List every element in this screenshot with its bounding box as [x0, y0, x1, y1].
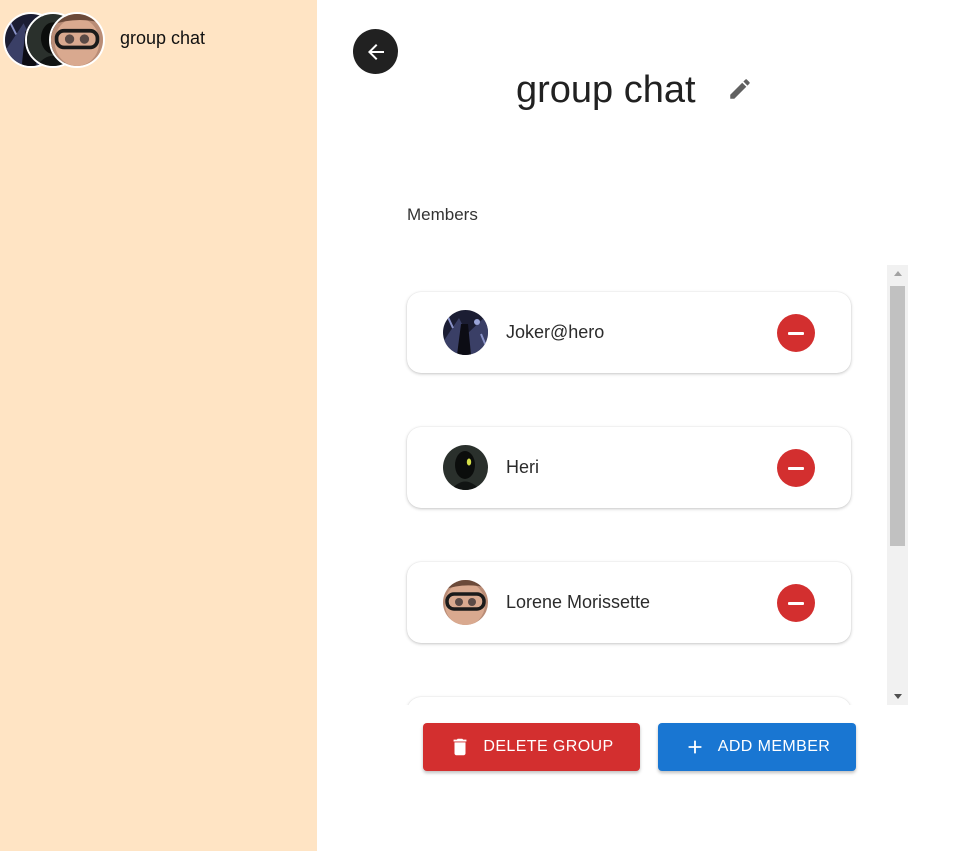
members-list: Joker@hero Heri Lorene Morissette — [397, 265, 908, 705]
remove-member-button[interactable] — [777, 584, 815, 622]
member-card — [407, 697, 851, 705]
back-button[interactable] — [353, 29, 398, 74]
member-card: Heri — [407, 427, 851, 508]
arrow-left-icon — [367, 43, 384, 60]
sidebar-chat-item[interactable]: group chat — [0, 0, 317, 76]
member-name: Joker@hero — [506, 322, 605, 342]
edit-title-button[interactable] — [727, 76, 753, 102]
member-name: Heri — [506, 457, 540, 477]
chat-name: group chat — [120, 28, 206, 48]
scroll-up-arrow[interactable] — [887, 265, 908, 282]
trash-icon — [453, 738, 467, 756]
avatar — [443, 445, 488, 490]
pencil-icon — [730, 79, 750, 99]
delete-group-label: DELETE GROUP — [483, 738, 614, 755]
avatar — [49, 12, 105, 68]
scroll-thumb[interactable] — [890, 286, 905, 546]
minus-circle-icon — [788, 466, 804, 470]
members-scrollbar[interactable] — [887, 265, 908, 705]
sidebar: group chat — [0, 0, 317, 851]
minus-circle-icon — [788, 331, 804, 335]
add-member-button[interactable]: ADD MEMBER — [658, 723, 856, 771]
member-card: Joker@hero — [407, 292, 851, 373]
minus-circle-icon — [788, 601, 804, 605]
members-label: Members — [407, 205, 478, 224]
group-title: group chat — [516, 69, 696, 111]
scroll-down-arrow[interactable] — [887, 688, 908, 705]
remove-member-button[interactable] — [777, 314, 815, 352]
remove-member-button[interactable] — [777, 449, 815, 487]
chat-avatar-stack — [3, 12, 107, 68]
delete-group-button[interactable]: DELETE GROUP — [423, 723, 640, 771]
plus-icon — [688, 740, 702, 754]
member-name: Lorene Morissette — [506, 592, 651, 612]
avatar — [443, 310, 488, 355]
group-details-panel: group chat Members Joker@hero Heri Loren… — [317, 0, 958, 851]
member-card: Lorene Morissette — [407, 562, 851, 643]
avatar — [443, 580, 488, 625]
add-member-label: ADD MEMBER — [717, 738, 831, 755]
